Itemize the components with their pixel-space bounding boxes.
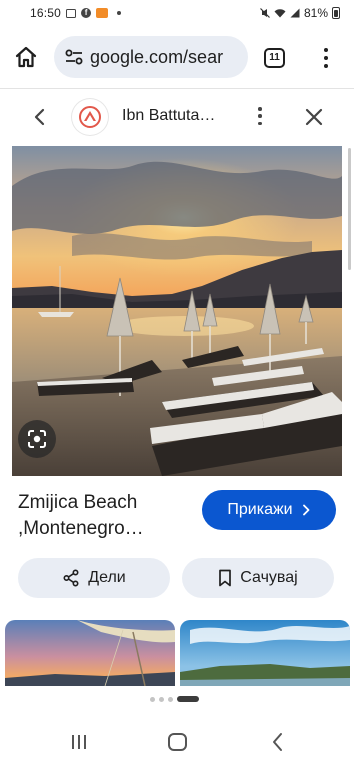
- tab-switcher-button[interactable]: 11: [264, 48, 285, 68]
- battery-icon: [332, 7, 340, 19]
- share-label: Дели: [88, 569, 126, 586]
- lens-glyph-icon: [28, 430, 46, 448]
- system-nav-bar: [0, 720, 354, 768]
- status-right: 81%: [260, 6, 340, 20]
- status-time: 16:50: [30, 6, 62, 20]
- more-vert-icon[interactable]: [254, 105, 266, 127]
- beach-sunset-photo: [12, 146, 342, 476]
- signal-icon: [290, 8, 300, 18]
- gallery-notification-icon: [66, 8, 77, 18]
- pager-dot[interactable]: [150, 696, 155, 702]
- related-image-coast: [180, 620, 350, 686]
- bookmark-icon: [219, 569, 232, 587]
- google-lens-icon[interactable]: [18, 420, 56, 458]
- site-title[interactable]: Ibn Battuta…: [122, 107, 215, 125]
- pager-dot[interactable]: [168, 696, 173, 702]
- image-caption[interactable]: Zmijica Beach ,Montenegro…: [18, 490, 198, 542]
- browser-menu-icon[interactable]: [318, 46, 334, 70]
- menu-dot: [258, 121, 262, 125]
- browser-toolbar: google.com/sear 11: [0, 34, 354, 80]
- image-panel-header: Ibn Battuta…: [0, 89, 354, 145]
- scrollbar-thumb[interactable]: [348, 148, 351, 270]
- menu-dot: [258, 114, 262, 118]
- share-icon: [63, 569, 79, 587]
- pager-dot-active[interactable]: [177, 696, 199, 702]
- status-bar: 16:50 f 81%: [0, 0, 354, 26]
- caption-line-1: Zmijica Beach: [18, 492, 138, 513]
- related-image-thumbnail[interactable]: [180, 620, 350, 686]
- visit-button-label: Прикажи: [227, 501, 293, 518]
- chevron-left-icon[interactable]: [30, 107, 50, 127]
- related-image-thumbnail[interactable]: [5, 620, 175, 686]
- url-text: google.com/sear: [90, 46, 224, 67]
- address-bar[interactable]: google.com/sear: [54, 36, 248, 78]
- related-images: [0, 620, 354, 686]
- facebook-notification-icon: f: [81, 8, 92, 18]
- nav-home-icon[interactable]: [168, 733, 187, 751]
- menu-dot: [258, 107, 262, 111]
- menu-dot: [324, 56, 328, 60]
- close-icon[interactable]: [304, 107, 324, 127]
- save-button[interactable]: Сачувај: [182, 558, 334, 598]
- image-pager: [150, 696, 199, 702]
- menu-dot: [324, 48, 328, 52]
- nav-back-icon[interactable]: [268, 732, 288, 752]
- menu-dot: [324, 64, 328, 68]
- caption-line-2: ,Montenegro…: [18, 518, 144, 539]
- app-notification-icon: [96, 8, 109, 18]
- more-notifications-dot-icon: [117, 11, 122, 15]
- wifi-icon: [274, 9, 286, 18]
- visit-button[interactable]: Прикажи: [202, 490, 336, 530]
- save-label: Сачувај: [240, 569, 298, 586]
- tune-icon[interactable]: [64, 47, 84, 67]
- mute-icon: [260, 8, 270, 18]
- chevron-right-icon: [302, 504, 310, 516]
- recent-apps-icon[interactable]: [70, 734, 88, 750]
- pager-dot[interactable]: [159, 696, 164, 702]
- battery-percent: 81%: [303, 6, 328, 20]
- site-favicon-icon: [79, 106, 101, 128]
- home-icon[interactable]: [14, 45, 38, 69]
- main-image[interactable]: [12, 146, 342, 476]
- site-logo[interactable]: [72, 99, 108, 135]
- share-button[interactable]: Дели: [18, 558, 170, 598]
- related-image-sunset: [5, 620, 175, 686]
- status-left: 16:50 f: [30, 6, 122, 20]
